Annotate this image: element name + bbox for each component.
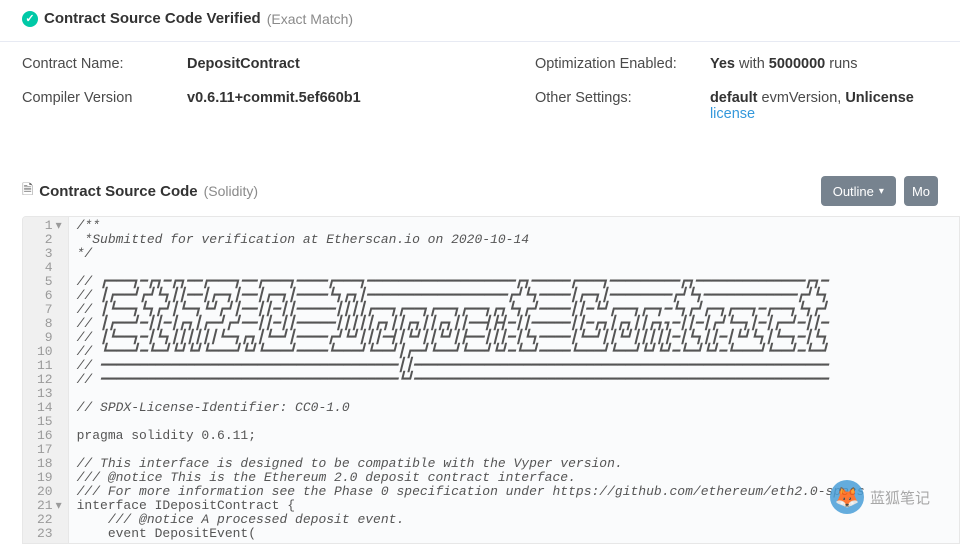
verified-sublabel: (Exact Match) xyxy=(267,11,353,27)
file-icon: 🗎 xyxy=(22,179,33,203)
contract-name-value: DepositContract xyxy=(187,56,535,72)
watermark-text: 蓝狐笔记 xyxy=(870,487,930,508)
contract-name-label: Contract Name: xyxy=(22,56,187,72)
more-button[interactable]: Mo xyxy=(904,176,938,206)
compiler-version-label: Compiler Version xyxy=(22,90,187,122)
line-gutter: 1▾23456789101112131415161718192021▾2223 xyxy=(23,217,69,543)
other-settings-label: Other Settings: xyxy=(535,90,710,122)
other-settings-value: default evmVersion, Unlicense license xyxy=(710,90,938,122)
code-editor[interactable]: 1▾23456789101112131415161718192021▾2223 … xyxy=(22,216,960,544)
chevron-down-icon: ▾ xyxy=(879,186,884,197)
source-code-language: (Solidity) xyxy=(204,183,258,199)
verified-label: Contract Source Code Verified xyxy=(44,10,261,27)
license-link[interactable]: license xyxy=(710,106,755,122)
contract-info: Contract Name: DepositContract Optimizat… xyxy=(0,42,960,140)
code-content: /** *Submitted for verification at Ether… xyxy=(69,217,959,543)
watermark-icon: 🦊 xyxy=(830,480,864,514)
verified-check-icon xyxy=(22,11,38,27)
source-code-title-wrap: 🗎 Contract Source Code (Solidity) xyxy=(22,179,258,203)
compiler-version-value: v0.6.11+commit.5ef660b1 xyxy=(187,90,535,122)
verified-header: Contract Source Code Verified (Exact Mat… xyxy=(0,0,960,42)
optimization-label: Optimization Enabled: xyxy=(535,56,710,72)
optimization-value: Yes with 5000000 runs xyxy=(710,56,938,72)
source-code-title: Contract Source Code xyxy=(39,183,197,200)
outline-button[interactable]: Outline▾ xyxy=(821,176,896,206)
watermark: 🦊 蓝狐笔记 xyxy=(830,480,930,514)
